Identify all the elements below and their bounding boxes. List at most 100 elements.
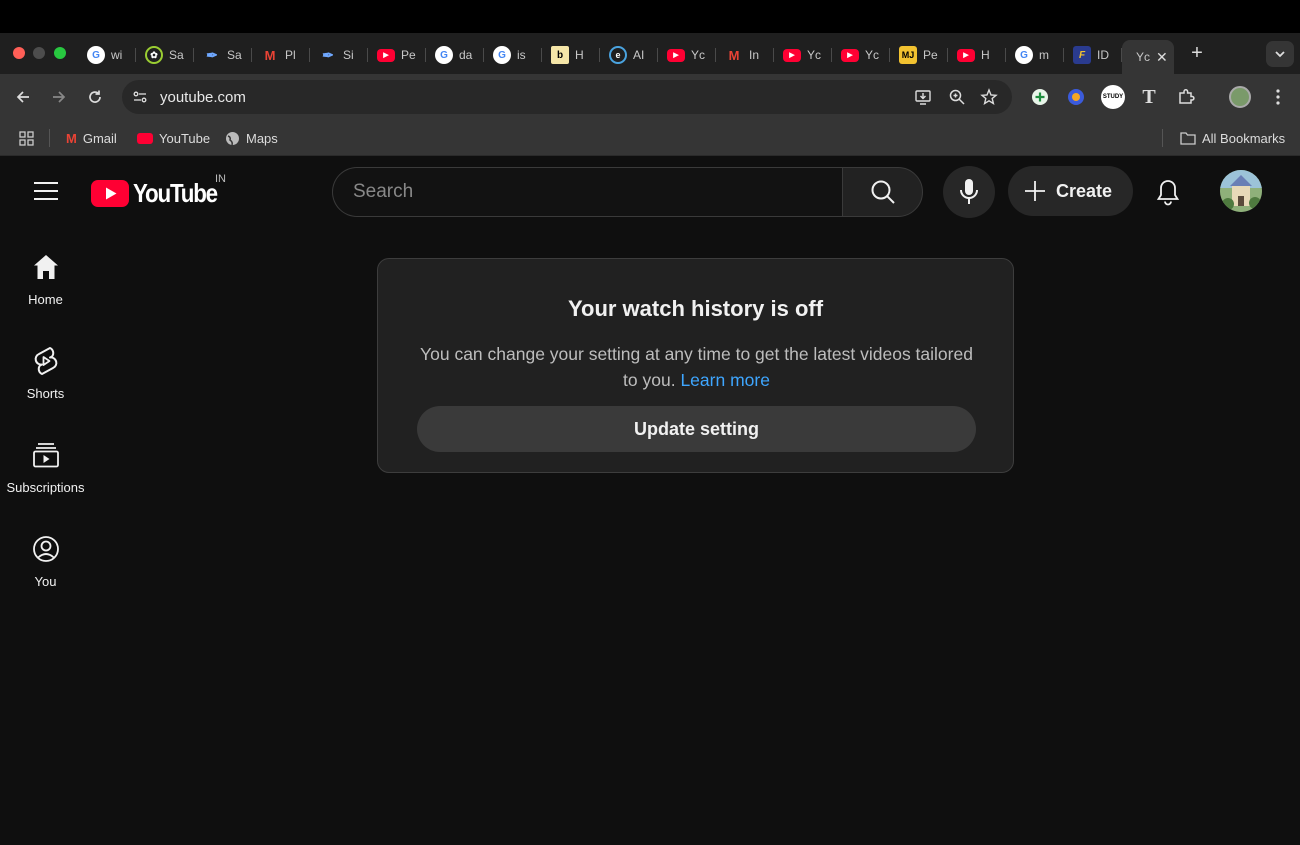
tab-label: H — [981, 48, 990, 62]
address-bar[interactable]: youtube.com — [122, 80, 1012, 114]
tab-quill[interactable]: ✒ Sa — [194, 41, 252, 69]
google-icon: G — [87, 46, 105, 64]
youtube-play-logo-icon — [91, 180, 129, 207]
card-title: Your watch history is off — [567, 296, 824, 321]
tab-youtube[interactable]: ▶ Yc — [774, 41, 832, 69]
reload-button[interactable] — [84, 86, 106, 108]
learn-more-link[interactable]: Learn more — [680, 370, 770, 390]
sidebar-item-home[interactable]: Home — [0, 252, 91, 332]
browser-menu-icon[interactable] — [1267, 86, 1289, 108]
bookmark-maps[interactable]: Maps — [225, 130, 278, 146]
tab-label: Yc — [807, 48, 822, 62]
chevron-down-icon — [1275, 51, 1285, 58]
f-icon: F — [1073, 46, 1091, 64]
tab-label: is — [517, 48, 526, 62]
all-bookmarks-label: All Bookmarks — [1202, 130, 1286, 146]
gmail-icon: M — [66, 130, 77, 146]
search-input[interactable] — [353, 180, 813, 204]
hamburger-menu-icon — [34, 182, 58, 200]
quill-icon: ✒ — [206, 46, 218, 63]
mj-icon: MJ — [899, 46, 917, 64]
tab-label: Si — [343, 48, 354, 62]
notifications-button[interactable] — [1152, 175, 1184, 209]
tab-gmail[interactable]: M In — [716, 41, 774, 69]
sidebar-item-label: You — [34, 574, 57, 589]
study-badge: STUDY — [1101, 85, 1125, 109]
tab-google[interactable]: G is — [484, 41, 542, 69]
extension-globe-icon[interactable] — [1065, 86, 1087, 108]
youtube-icon: ▶ — [783, 48, 801, 62]
guide-menu-button[interactable] — [33, 180, 59, 202]
youtube-icon: ▶ — [841, 48, 859, 62]
tab-label: ID — [1097, 48, 1109, 62]
search-box[interactable] — [332, 167, 842, 217]
extension-study-icon[interactable]: STUDY — [1100, 85, 1126, 109]
sidebar-item-label: Home — [28, 292, 63, 307]
bookmark-youtube[interactable]: YouTube — [137, 130, 210, 146]
tab-b[interactable]: b H — [542, 41, 600, 69]
forward-button[interactable] — [48, 86, 70, 108]
tab-youtube[interactable]: ▶ Pe — [368, 41, 426, 69]
avatar-image-icon — [1220, 170, 1262, 212]
search-button[interactable] — [842, 167, 923, 217]
close-window-button[interactable] — [13, 47, 25, 59]
tab-label: Pl — [285, 48, 296, 62]
tab-google[interactable]: G m — [1006, 41, 1064, 69]
tab-mj[interactable]: MJ Pe — [890, 41, 948, 69]
b-icon: b — [551, 46, 569, 64]
account-avatar[interactable] — [1220, 170, 1262, 212]
tab-quill[interactable]: ✒ Si — [310, 41, 368, 69]
home-icon — [31, 252, 61, 282]
extension-text-icon[interactable]: T — [1138, 86, 1160, 108]
maximize-window-button[interactable] — [54, 47, 66, 59]
create-button[interactable]: Create — [1008, 166, 1133, 216]
create-label: Create — [1056, 180, 1113, 201]
tab-label: Yc — [865, 48, 880, 62]
edge-icon: e — [609, 46, 627, 64]
url-text[interactable]: youtube.com — [160, 89, 246, 106]
sidebar-item-you[interactable]: You — [0, 534, 91, 614]
tab-search-button[interactable] — [1266, 41, 1294, 67]
tab-label: Yc — [691, 48, 706, 62]
close-tab-icon[interactable]: ✕ — [1156, 49, 1168, 66]
install-app-icon[interactable] — [914, 88, 932, 106]
tab-youtube[interactable]: ▶ Yc — [658, 41, 716, 69]
bookmark-star-icon[interactable] — [980, 88, 998, 106]
new-tab-button[interactable]: + — [1186, 42, 1208, 64]
tab-youtube[interactable]: ▶ Yc — [832, 41, 890, 69]
region-code: IN — [215, 173, 226, 185]
extension-plus-icon[interactable] — [1029, 86, 1051, 108]
tab-label: Yc — [1136, 50, 1150, 64]
tab-f[interactable]: F ID — [1064, 41, 1122, 69]
site-settings-icon[interactable] — [131, 88, 149, 106]
zoom-icon[interactable] — [948, 88, 966, 106]
gmail-icon: M — [264, 47, 276, 63]
tab-google[interactable]: G da — [426, 41, 484, 69]
voice-search-button[interactable] — [943, 166, 995, 218]
bookmark-label: YouTube — [159, 130, 211, 146]
tab-label: Pe — [401, 48, 416, 62]
back-button[interactable] — [12, 86, 34, 108]
tab-gmail[interactable]: M Pl — [252, 41, 310, 69]
apps-grid-icon[interactable] — [19, 130, 34, 146]
youtube-icon — [137, 132, 153, 144]
update-setting-button[interactable]: Update setting — [417, 406, 976, 452]
sidebar-item-subscriptions[interactable]: Subscriptions — [0, 440, 91, 520]
profile-avatar-icon[interactable] — [1229, 86, 1251, 108]
youtube-icon: ▶ — [957, 48, 975, 62]
tab-label: Pe — [923, 48, 938, 62]
minimize-window-button[interactable] — [33, 47, 45, 59]
sidebar-item-shorts[interactable]: Shorts — [0, 346, 91, 426]
bookmark-gmail[interactable]: M Gmail — [66, 130, 117, 146]
globe-icon — [225, 131, 240, 146]
bookmark-label: Maps — [246, 130, 278, 146]
youtube-logo[interactable]: YouTube — [91, 178, 231, 209]
tab-chatgpt[interactable]: ✿ Sa — [136, 41, 194, 69]
tab-google[interactable]: G wi — [78, 41, 136, 69]
all-bookmarks-button[interactable]: All Bookmarks — [1180, 130, 1285, 146]
tab-youtube-active[interactable]: Yc ✕ — [1122, 40, 1174, 74]
tab-edge[interactable]: e AI — [600, 41, 658, 69]
tab-youtube[interactable]: ▶ H — [948, 41, 1006, 69]
extensions-puzzle-icon[interactable] — [1175, 86, 1197, 108]
shorts-icon — [31, 346, 61, 376]
